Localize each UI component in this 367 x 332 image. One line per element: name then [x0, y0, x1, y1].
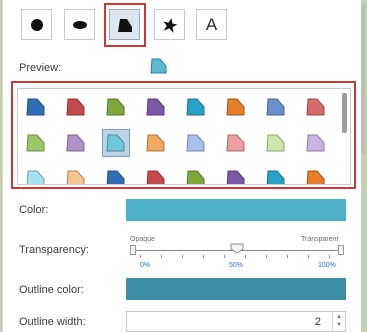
custom-shape-icon — [146, 134, 165, 152]
gallery-shape-r1-c7[interactable] — [302, 129, 330, 157]
ellipse-icon — [72, 20, 87, 29]
ellipse-type-button[interactable] — [64, 9, 95, 40]
circle-type-button[interactable] — [21, 9, 52, 40]
custom-shape-icon — [26, 170, 45, 184]
color-label: Color: — [19, 204, 49, 216]
gallery-shape-r0-c6[interactable] — [262, 93, 290, 121]
custom-shape-icon — [26, 134, 45, 152]
slider-tick — [140, 255, 141, 258]
gallery-shape-r2-c6[interactable] — [262, 165, 290, 184]
custom-shape-icon — [106, 170, 125, 184]
star-type-button[interactable] — [154, 9, 185, 40]
outline-width-input[interactable]: 2 ▲ ▼ — [126, 311, 346, 332]
gallery-shape-r2-c2[interactable] — [102, 165, 130, 184]
slider-tick — [245, 255, 246, 258]
gallery-shape-r1-c5[interactable] — [222, 129, 250, 157]
slider-tick — [266, 255, 267, 258]
slider-tick — [308, 255, 309, 258]
custom-shape-icon — [66, 170, 85, 184]
outline-color-swatch[interactable] — [126, 278, 346, 300]
gallery-shape-r2-c7[interactable] — [302, 165, 330, 184]
outline-width-label: Outline width: — [19, 316, 86, 328]
gallery-shape-r2-c5[interactable] — [222, 165, 250, 184]
custom-shape-icon — [146, 98, 165, 116]
gallery-shape-r2-c4[interactable] — [182, 165, 210, 184]
gallery-shape-r0-c2[interactable] — [102, 93, 130, 121]
tick-label-100: 100% — [318, 262, 336, 269]
shape-gallery[interactable] — [17, 88, 351, 185]
custom-shape-icon — [266, 170, 285, 184]
gallery-shape-r1-c3[interactable] — [142, 129, 170, 157]
gallery-shape-r2-c1[interactable] — [62, 165, 90, 184]
tick-label-50: 50% — [229, 262, 244, 269]
transparency-slider-thumb[interactable] — [230, 243, 244, 254]
gallery-shape-r2-c0[interactable] — [22, 165, 50, 184]
custom-shape-icon — [186, 170, 205, 184]
gallery-shape-r0-c3[interactable] — [142, 93, 170, 121]
spin-down-icon[interactable]: ▼ — [336, 322, 342, 328]
outline-color-label: Outline color: — [19, 284, 84, 296]
gallery-shape-r0-c5[interactable] — [222, 93, 250, 121]
slider-max-cap — [338, 245, 344, 255]
custom-shape-icon — [226, 170, 245, 184]
text-icon: A — [205, 14, 218, 34]
gallery-shape-r1-c2[interactable] — [102, 129, 130, 157]
custom-shape-icon — [106, 98, 125, 116]
preview-symbol — [150, 58, 167, 74]
custom-shape-icon — [186, 134, 205, 152]
color-swatch[interactable] — [126, 199, 346, 221]
custom-shape-icon — [226, 134, 245, 152]
custom-shape-icon — [266, 98, 285, 116]
slider-tick — [182, 255, 183, 258]
gallery-scrollbar[interactable] — [342, 93, 347, 133]
custom-shape-icon — [186, 98, 205, 116]
spin-up-icon[interactable]: ▲ — [336, 314, 342, 320]
slider-tick — [287, 255, 288, 258]
custom-shape-icon — [26, 98, 45, 116]
preview-label: Preview: — [19, 62, 62, 74]
selected-type-highlight — [104, 3, 146, 47]
custom-shape-icon — [266, 134, 285, 152]
transparent-label: Transparent — [301, 236, 339, 243]
outline-width-spinner[interactable]: ▲ ▼ — [332, 312, 345, 331]
transparency-label: Transparency: — [19, 244, 89, 256]
custom-shape-icon — [66, 98, 85, 116]
gallery-shape-r0-c4[interactable] — [182, 93, 210, 121]
opaque-label: Opaque — [130, 236, 155, 243]
custom-shape-icon — [66, 134, 85, 152]
slider-min-cap — [130, 245, 136, 255]
gallery-shape-r2-c3[interactable] — [142, 165, 170, 184]
gallery-shape-r1-c1[interactable] — [62, 129, 90, 157]
gallery-shape-r0-c1[interactable] — [62, 93, 90, 121]
text-type-button[interactable]: A — [196, 9, 227, 40]
gallery-shape-r1-c6[interactable] — [262, 129, 290, 157]
gallery-shape-r1-c0[interactable] — [22, 129, 50, 157]
gallery-shape-r0-c0[interactable] — [22, 93, 50, 121]
outline-width-value: 2 — [314, 316, 321, 328]
custom-shape-icon — [106, 134, 125, 152]
tick-label-0: 0% — [140, 262, 151, 269]
custom-shape-icon — [226, 98, 245, 116]
custom-shape-icon — [306, 170, 325, 184]
slider-tick — [329, 255, 330, 258]
star-icon — [163, 17, 177, 33]
circle-icon — [30, 18, 43, 31]
custom-shape-icon — [306, 98, 325, 116]
custom-shape-icon — [306, 134, 325, 152]
slider-tick — [203, 255, 204, 258]
custom-shape-icon — [146, 170, 165, 184]
panel-scrollbar[interactable] — [361, 4, 365, 154]
gallery-shape-r1-c4[interactable] — [182, 129, 210, 157]
gallery-shape-r0-c7[interactable] — [302, 93, 330, 121]
slider-tick — [224, 255, 225, 258]
slider-tick — [161, 255, 162, 258]
